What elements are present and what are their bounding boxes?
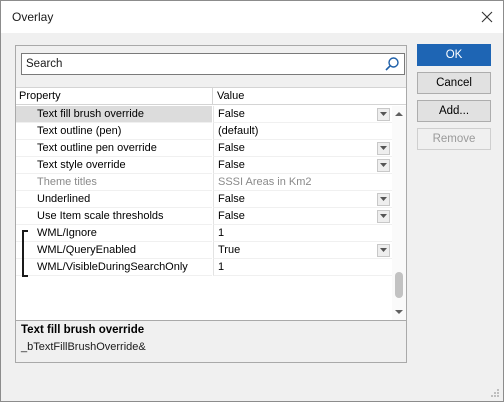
property-value-cell[interactable]: False xyxy=(213,208,392,225)
close-icon xyxy=(481,11,493,23)
property-value: False xyxy=(218,142,245,154)
property-row[interactable]: Text fill brush override False xyxy=(16,106,392,123)
value-dropdown-button[interactable] xyxy=(377,193,390,206)
property-value: False xyxy=(218,108,245,120)
chevron-down-icon xyxy=(380,197,387,201)
window-title: Overlay xyxy=(12,10,54,24)
ok-button[interactable]: OK xyxy=(417,44,491,66)
chevron-down-icon xyxy=(380,214,387,218)
property-value: (default) xyxy=(218,125,259,137)
property-name: Theme titles xyxy=(37,176,97,188)
property-value: False xyxy=(218,210,245,222)
property-row[interactable]: WML/VisibleDuringSearchOnly 1 xyxy=(16,259,392,276)
property-column-header: Property xyxy=(19,90,61,102)
property-row[interactable]: Theme titles SSSI Areas in Km2 xyxy=(16,174,392,191)
value-dropdown-button[interactable] xyxy=(377,159,390,172)
property-name-cell[interactable]: Text outline (pen) xyxy=(16,123,212,140)
property-value-cell[interactable]: False xyxy=(213,191,392,208)
property-name: Underlined xyxy=(37,193,91,205)
column-divider[interactable] xyxy=(212,88,213,105)
value-column-header: Value xyxy=(217,90,245,102)
property-name: Text outline pen override xyxy=(37,142,157,154)
property-name: WML/VisibleDuringSearchOnly xyxy=(37,261,188,273)
scroll-down-arrow-icon[interactable] xyxy=(394,307,404,317)
property-name: Text outline (pen) xyxy=(37,125,122,137)
grid-header: Property Value xyxy=(16,87,406,105)
value-dropdown-button[interactable] xyxy=(377,142,390,155)
chevron-down-icon xyxy=(380,146,387,150)
property-value: True xyxy=(218,244,241,256)
property-value-cell[interactable]: 1 xyxy=(213,225,392,242)
scroll-up-arrow-icon[interactable] xyxy=(394,109,404,119)
description-text: _bTextFillBrushOverride& xyxy=(21,341,146,353)
property-name: Use Item scale thresholds xyxy=(37,210,164,222)
property-value: False xyxy=(218,159,245,171)
search-area: Search xyxy=(16,46,406,87)
property-name-cell[interactable]: WML/VisibleDuringSearchOnly xyxy=(16,259,212,276)
property-value-cell[interactable]: True xyxy=(213,242,392,259)
value-dropdown-button[interactable] xyxy=(377,108,390,121)
property-value: SSSI Areas in Km2 xyxy=(218,176,312,188)
property-value-cell[interactable]: False xyxy=(213,140,392,157)
property-name-cell[interactable]: Underlined xyxy=(16,191,212,208)
property-value-cell[interactable]: (default) xyxy=(213,123,392,140)
property-row[interactable]: Underlined False xyxy=(16,191,392,208)
property-name: Text fill brush override xyxy=(37,108,144,120)
property-value-cell[interactable]: SSSI Areas in Km2 xyxy=(213,174,392,191)
property-name-cell[interactable]: Use Item scale thresholds xyxy=(16,208,212,225)
property-name-cell[interactable]: Text fill brush override xyxy=(16,106,212,123)
property-row[interactable]: Text outline pen override False xyxy=(16,140,392,157)
description-title: Text fill brush override xyxy=(21,324,145,336)
property-panel: Search Property Value Text fill brush ov… xyxy=(15,45,407,363)
cancel-button[interactable]: Cancel xyxy=(417,72,491,94)
add-button[interactable]: Add... xyxy=(417,100,491,122)
property-row[interactable]: Text outline (pen) (default) xyxy=(16,123,392,140)
property-row[interactable]: WML/Ignore 1 xyxy=(16,225,392,242)
property-name: WML/QueryEnabled xyxy=(37,244,137,256)
remove-button[interactable]: Remove xyxy=(417,128,491,150)
property-name-cell[interactable]: WML/QueryEnabled xyxy=(16,242,212,259)
value-dropdown-button[interactable] xyxy=(377,244,390,257)
property-row[interactable]: Use Item scale thresholds False xyxy=(16,208,392,225)
property-value: 1 xyxy=(218,261,225,273)
group-bracket xyxy=(22,230,28,277)
property-name: Text style override xyxy=(37,159,126,171)
title-bar: Overlay xyxy=(1,1,503,33)
value-dropdown-button[interactable] xyxy=(377,210,390,223)
chevron-down-icon xyxy=(380,248,387,252)
property-name: WML/Ignore xyxy=(37,227,97,239)
property-value: False xyxy=(218,193,245,205)
property-name-cell[interactable]: Theme titles xyxy=(16,174,212,191)
search-icon[interactable] xyxy=(384,56,400,72)
close-button[interactable] xyxy=(477,7,497,27)
property-name-cell[interactable]: Text outline pen override xyxy=(16,140,212,157)
property-value-cell[interactable]: False xyxy=(213,157,392,174)
chevron-down-icon xyxy=(380,163,387,167)
property-row[interactable]: WML/QueryEnabled True xyxy=(16,242,392,259)
vertical-scrollbar[interactable] xyxy=(392,106,406,320)
search-placeholder: Search xyxy=(26,58,63,70)
overlay-dialog: Overlay Search Property Value Text fill … xyxy=(0,0,504,402)
property-value-cell[interactable]: 1 xyxy=(213,259,392,276)
property-value: 1 xyxy=(218,227,225,239)
chevron-down-icon xyxy=(380,112,387,116)
resize-grip-icon[interactable] xyxy=(490,388,500,398)
property-row[interactable]: Text style override False xyxy=(16,157,392,174)
scrollbar-thumb[interactable] xyxy=(395,272,403,298)
search-input[interactable]: Search xyxy=(21,53,405,75)
property-grid-rows: Text fill brush override False Text outlin… xyxy=(16,106,392,320)
description-pane: Text fill brush override _bTextFillBrush… xyxy=(16,320,406,362)
property-name-cell[interactable]: Text style override xyxy=(16,157,212,174)
property-name-cell[interactable]: WML/Ignore xyxy=(16,225,212,242)
property-value-cell[interactable]: False xyxy=(213,106,392,123)
